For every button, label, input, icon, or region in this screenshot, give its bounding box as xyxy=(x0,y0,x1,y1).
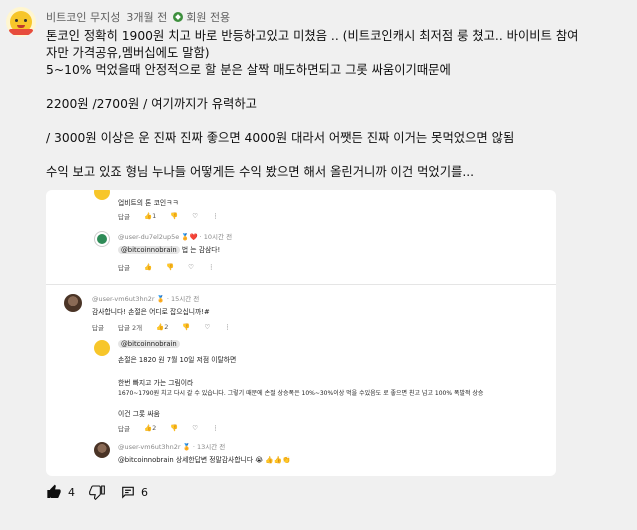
mini-like-icon: 👍2 xyxy=(143,424,157,432)
mini-actions: 답글 👍1 👎 ♡ ⋮ xyxy=(118,211,219,221)
mini-divider xyxy=(46,284,556,285)
mini-avatar xyxy=(94,231,110,247)
mini-badge-icons: 🏅❤️ · xyxy=(181,233,204,241)
thumbs-up-icon xyxy=(47,484,61,498)
comment-icon xyxy=(122,486,134,499)
member-badge: 회원 전용 xyxy=(173,9,230,25)
comment-line: 5~10% 먹었을때 안정적으로 할 분은 살짝 매도하면되고 그롯 싸움이기때… xyxy=(46,63,451,77)
mini-reply-header: @bitcoinnobrain xyxy=(118,340,180,348)
mini-handle: @user-vm6ut3hn2r xyxy=(92,295,155,303)
mini-dislike-icon: 👎 xyxy=(170,212,179,220)
comment-line xyxy=(46,79,631,96)
comment-text: 톤코인 정확히 1900원 치고 바로 반등하고있고 미쳤음 .. (비트코인캐… xyxy=(46,28,631,181)
mini-reply-text: 상세한답변 정말감사합니다 xyxy=(175,456,254,464)
comment-line xyxy=(46,113,631,130)
mini-reply-body: @bitcoinnobrain 법 는 감삼다! xyxy=(118,244,220,254)
comment-line: 자만 가격공유,멤버십에도 말함) xyxy=(46,46,210,60)
mini-actions: 답글 👍 👎 ♡ ⋮ xyxy=(118,262,214,272)
comment-actions: 4 6 xyxy=(46,484,148,500)
mini-reply-line: 이건 그롯 싸움 xyxy=(118,410,160,418)
mini-reply-header: @user-vm6ut3hn2r 🏅 · 15시간 전 xyxy=(92,293,199,303)
comment-header: 비트코인 무지성 3개월 전 회원 전용 xyxy=(46,9,230,25)
mini-reply-line: 1670~1790원 치고 다시 갈 수 있습니다. 그렇기 때문에 손절 상승… xyxy=(118,390,484,397)
comment-line: 2200원 /2700원 / 여기까지가 유력하고 xyxy=(46,97,257,111)
mini-heart-icon: ♡ xyxy=(204,323,211,331)
mini-heart-icon: ♡ xyxy=(192,424,199,432)
mini-like-icon: 👍1 xyxy=(143,212,157,220)
author-name[interactable]: 비트코인 무지성 xyxy=(46,9,120,25)
comment-line: / 3000원 이상은 운 진짜 진짜 좋으면 4000원 대라서 어쨋든 진짜… xyxy=(46,131,515,145)
mini-handle: @user-du7el2up5e xyxy=(118,233,180,241)
comment-line: 톤코인 정확히 1900원 치고 바로 반등하고있고 미쳤음 .. (비트코인캐… xyxy=(46,29,579,43)
mini-avatar xyxy=(94,190,110,200)
comment-time[interactable]: 3개월 전 xyxy=(126,9,167,25)
mini-more-icon: ⋮ xyxy=(224,323,231,331)
mini-time: 13시간 전 xyxy=(196,443,226,451)
mini-reply-label: 답글 xyxy=(118,213,130,221)
mini-mention: @bitcoinnobrain xyxy=(118,340,180,348)
mini-reply-text: 감사합니다! 손절은 어디로 잡으십니까!# xyxy=(92,308,210,316)
mini-reply-count: 답글 2개 xyxy=(117,324,143,332)
mini-reply-line: 한번 빠지고 가는 그림이라 xyxy=(118,379,194,387)
mini-heart-icon: ♡ xyxy=(188,263,194,271)
mini-more-icon: ⋮ xyxy=(207,263,215,271)
mini-time: 15시간 전 xyxy=(170,295,200,303)
mini-reply-text: 법 는 감삼다! xyxy=(181,246,221,254)
mini-dislike-icon: 👎 xyxy=(166,263,175,271)
mini-dislike-icon: 👎 xyxy=(170,424,179,432)
like-button[interactable]: 4 xyxy=(46,484,75,500)
mini-avatar xyxy=(64,294,82,312)
mini-reply-header: @user-vm6ut3hn2r 🏅 · 13시간 전 xyxy=(118,441,225,451)
member-badge-icon xyxy=(173,12,184,22)
mini-mention: @bitcoinnobrain xyxy=(118,246,180,254)
mini-more-icon: ⋮ xyxy=(212,212,219,220)
comment-line xyxy=(46,147,631,164)
mini-reply-body: @bitcoinnobrain 상세한답변 정말감사합니다 😭 👍👍👏 xyxy=(118,454,291,464)
mini-reply-label: 답글 xyxy=(92,324,104,332)
mini-avatar xyxy=(94,340,110,356)
mini-reply-header: @user-du7el2up5e 🏅❤️ · 10시간 전 xyxy=(118,231,232,241)
mini-like-icon: 👍 xyxy=(143,263,153,271)
mini-avatar xyxy=(94,442,110,458)
mini-badge-icons: 🏅 · xyxy=(182,443,197,451)
attached-screenshot[interactable]: 업비트의 톤 코인ㅋㅋ 답글 👍1 👎 ♡ ⋮ @user-du7el2up5e… xyxy=(46,190,556,476)
dislike-button[interactable] xyxy=(89,484,105,500)
mini-handle: @user-vm6ut3hn2r xyxy=(118,443,181,451)
mini-actions: 답글 답글 2개 👍2 👎 ♡ ⋮ xyxy=(92,322,231,332)
member-label: 회원 전용 xyxy=(186,11,231,24)
comment-line: 수익 보고 있죠 형님 누나들 어떻게든 수익 봤으면 해서 올린거니까 이건 … xyxy=(46,165,475,179)
avatar-label-strip xyxy=(9,29,33,35)
mini-emoji: 😭 👍👍👏 xyxy=(255,456,291,464)
mini-reply-label: 답글 xyxy=(118,425,130,433)
mini-actions: 답글 👍2 👎 ♡ ⋮ xyxy=(118,423,219,433)
mini-reply-text: 업비트의 톤 코인ㅋㅋ xyxy=(118,199,179,207)
mini-badge-icons: 🏅 · xyxy=(156,295,171,303)
mini-reply-label: 답글 xyxy=(118,264,130,272)
reply-count: 6 xyxy=(141,485,148,499)
mini-more-icon: ⋮ xyxy=(212,424,219,432)
mini-reply-line: 손절은 1820 원 7월 10일 저점 이탈하면 xyxy=(118,356,237,364)
thumbs-down-icon xyxy=(89,485,105,500)
mini-like-icon: 👍2 xyxy=(156,323,169,331)
replies-button[interactable]: 6 xyxy=(121,485,148,499)
mini-heart-icon: ♡ xyxy=(192,212,199,220)
author-avatar[interactable] xyxy=(6,7,36,37)
mini-time: 10시간 전 xyxy=(203,233,233,241)
like-count: 4 xyxy=(68,485,75,499)
mini-dislike-icon: 👎 xyxy=(182,323,191,331)
mini-mention: @bitcoinnobrain xyxy=(118,456,174,464)
